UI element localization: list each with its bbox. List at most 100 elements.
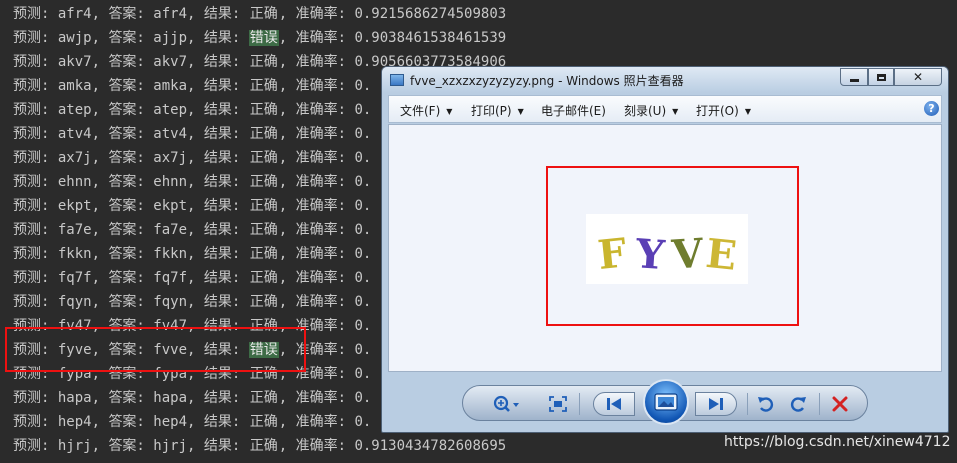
console-label: , (278, 270, 296, 286)
result-value: 错误 (248, 30, 279, 46)
console-label: , (91, 102, 109, 118)
prediction-value: atep (57, 102, 92, 118)
console-label: , (91, 6, 109, 22)
maximize-button[interactable] (868, 68, 894, 86)
slideshow-button[interactable] (643, 379, 689, 425)
actual-size-button[interactable] (547, 393, 569, 415)
control-separator (579, 393, 580, 415)
console-label: 结果: (203, 222, 249, 238)
console-label: 预测: (13, 78, 58, 94)
console-label: 预测: (13, 294, 58, 310)
answer-value: fkkn (153, 246, 188, 262)
console-label: 结果: (203, 390, 249, 406)
console-label: , (187, 174, 204, 190)
console-label: 预测: (13, 102, 58, 118)
delete-button[interactable] (827, 392, 853, 416)
answer-value: atv4 (153, 126, 188, 142)
rotate-cw-icon (790, 397, 806, 412)
console-label: 准确率: (295, 174, 355, 190)
console-label: , (187, 222, 204, 238)
console-label: 答案: (108, 246, 154, 262)
console-label: 答案: (108, 294, 154, 310)
chevron-down-icon: ▼ (672, 107, 679, 116)
answer-value: ehnn (153, 174, 188, 190)
console-label: 答案: (108, 438, 154, 454)
rotate-clockwise-button[interactable] (785, 392, 811, 416)
previous-button[interactable] (593, 392, 635, 416)
photo-viewer-window[interactable]: fvve_xzxzxzyzyzyzy.png - Windows 照片查看器 ✕… (381, 66, 949, 433)
console-label: , (278, 6, 296, 22)
result-value: 正确 (249, 438, 278, 454)
console-label: 结果: (203, 294, 249, 310)
console-label: , (278, 102, 296, 118)
console-label: 结果: (203, 6, 249, 22)
watermark-url: https://blog.csdn.net/xinew4712 (724, 434, 951, 450)
accuracy-value: 0. (354, 294, 372, 310)
console-label: 答案: (108, 6, 154, 22)
console-label: 预测: (13, 222, 58, 238)
console-label: 准确率: (295, 102, 355, 118)
prediction-value: fq7f (57, 270, 92, 286)
help-icon[interactable]: ? (924, 101, 939, 116)
answer-value: fq7f (153, 270, 188, 286)
console-label: , (187, 198, 204, 214)
answer-value: atep (153, 102, 188, 118)
console-label: , (187, 414, 204, 430)
prediction-value: akv7 (57, 54, 92, 70)
accuracy-value: 0.9215686274509803 (354, 6, 507, 22)
playback-control-bar (462, 379, 868, 425)
console-label: 准确率: (295, 222, 355, 238)
actual-size-icon (549, 396, 567, 412)
console-label: 预测: (13, 270, 58, 286)
next-button[interactable] (695, 392, 737, 416)
console-label: , (278, 78, 296, 94)
accuracy-value: 0. (354, 414, 372, 430)
console-label: , (187, 102, 204, 118)
console-label: , (278, 414, 296, 430)
delete-icon (832, 396, 848, 412)
result-value: 正确 (249, 174, 278, 190)
console-label: , (187, 390, 204, 406)
answer-value: fqyn (153, 294, 188, 310)
console-label: , (91, 30, 109, 46)
console-line: 预测: ekpt, 答案: ekpt, 结果: 正确, 准确率: 0. (13, 194, 371, 218)
console-label: 答案: (108, 54, 154, 70)
zoom-button[interactable] (489, 392, 523, 416)
console-label: , (278, 438, 296, 454)
console-label: 结果: (203, 126, 249, 142)
menu-item[interactable]: 打开(O) ▼ (696, 102, 751, 119)
rotate-counterclockwise-button[interactable] (753, 392, 779, 416)
result-value: 正确 (249, 414, 278, 430)
menu-item[interactable]: 电子邮件(E) (541, 102, 606, 119)
menu-item[interactable]: 文件(F) ▼ (400, 102, 452, 119)
title-bar[interactable]: fvve_xzxzxzyzyzyzy.png - Windows 照片查看器 ✕ (382, 67, 948, 93)
result-value: 正确 (249, 150, 278, 166)
accuracy-value: 0. (354, 126, 372, 142)
menu-item[interactable]: 打印(P) ▼ (471, 102, 524, 119)
console-line: 预测: fqyn, 答案: fqyn, 结果: 正确, 准确率: 0. (13, 290, 371, 314)
photo-viewer-app-icon (390, 74, 404, 86)
console-label: , (278, 150, 296, 166)
accuracy-value: 0. (354, 342, 372, 358)
console-line: 预测: hep4, 答案: hep4, 结果: 正确, 准确率: 0. (13, 410, 371, 434)
result-value: 正确 (249, 54, 278, 70)
menu-item[interactable]: 刻录(U) ▼ (624, 102, 678, 119)
accuracy-value: 0.9130434782608695 (354, 438, 507, 454)
zoom-icon (493, 395, 519, 412)
console-label: , (278, 294, 296, 310)
prediction-value: hep4 (57, 414, 92, 430)
console-label: , (91, 54, 109, 70)
prediction-value: amka (57, 78, 92, 94)
minimize-button[interactable] (840, 68, 868, 86)
console-label: , (187, 54, 204, 70)
console-label: 预测: (13, 54, 58, 70)
accuracy-value: 0. (354, 222, 372, 238)
prediction-value: afr4 (57, 6, 92, 22)
console-line: 预测: hjrj, 答案: hjrj, 结果: 正确, 准确率: 0.91304… (13, 434, 506, 458)
console-label: 答案: (108, 390, 154, 406)
console-label: , (187, 150, 204, 166)
console-label: 结果: (203, 270, 249, 286)
menu-item-label: 打印(P) (471, 104, 512, 118)
close-button[interactable]: ✕ (894, 68, 942, 86)
console-label: , (91, 222, 109, 238)
